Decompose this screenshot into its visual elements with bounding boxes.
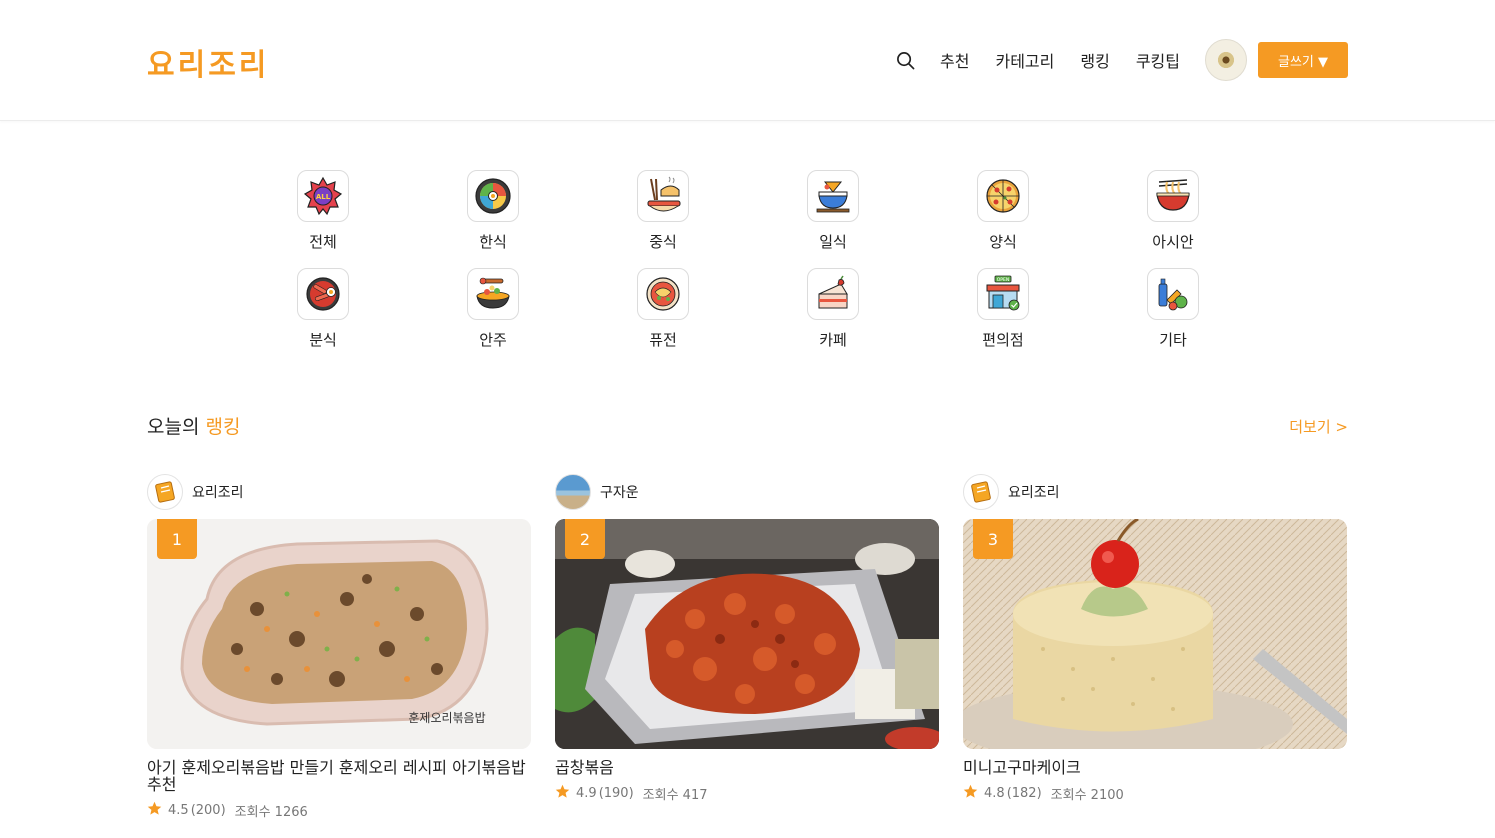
nav-category[interactable]: 카테고리 [995, 48, 1054, 72]
ranking-title-highlight: 랭킹 [205, 416, 241, 438]
category-bunsik[interactable]: 분식 [238, 268, 408, 350]
rating-count: (182) [1006, 786, 1042, 801]
category-label: 분식 [309, 331, 337, 349]
view-count: 조회수 1266 [234, 805, 308, 820]
author-name[interactable]: 요리조리 [192, 482, 244, 502]
site-header: 요리조리 추천 카테고리 랭킹 쿠킹팁 글쓰기 ▼ [0, 0, 1495, 121]
chopsticks-noodle-icon [637, 170, 689, 222]
category-etc[interactable]: 기타 [1088, 268, 1258, 350]
star-icon [555, 784, 570, 803]
rank-badge: 2 [565, 519, 605, 559]
tempura-bowl-icon [807, 170, 859, 222]
recipe-thumbnail[interactable]: 2 [555, 519, 939, 749]
rating-value: 4.8 [984, 786, 1005, 801]
ranking-section-title: 오늘의 랭킹 [147, 412, 240, 439]
category-label: 일식 [819, 233, 847, 251]
rating-value: 4.5 [168, 803, 189, 818]
recipe-title[interactable]: 미니고구마케이크 [963, 759, 1347, 776]
user-avatar[interactable] [1205, 39, 1247, 81]
rank-badge: 1 [157, 519, 197, 559]
category-all[interactable]: ALL 전체 [238, 170, 408, 252]
ranking-more-link[interactable]: 더보기 > [1289, 416, 1348, 437]
star-icon [147, 801, 162, 820]
author-name[interactable]: 구자운 [600, 482, 639, 502]
fusion-dish-icon [637, 268, 689, 320]
bibimbap-icon [467, 170, 519, 222]
svg-text:OPEN: OPEN [997, 277, 1009, 283]
star-icon [963, 784, 978, 803]
groceries-icon [1147, 268, 1199, 320]
fried-rice-photo: 훈제오리볶음밥 [147, 519, 531, 749]
category-label: 전체 [309, 233, 337, 251]
recipe-meta: 4.5 (200) 조회수 1266 [147, 801, 531, 820]
ranking-title-prefix: 오늘의 [147, 416, 200, 438]
view-count: 조회수 2100 [1050, 788, 1124, 803]
view-count: 조회수 417 [642, 788, 708, 803]
category-label: 편의점 [982, 331, 1024, 349]
category-label: 양식 [989, 233, 1017, 251]
gopchang-photo [555, 519, 939, 749]
card-author: 요리조리 [147, 474, 531, 510]
main-nav: 추천 카테고리 랭킹 쿠킹팁 글쓰기 ▼ [894, 39, 1348, 81]
category-western[interactable]: 양식 [918, 170, 1088, 252]
card-author: 구자운 [555, 474, 939, 510]
category-label: 아시안 [1152, 233, 1194, 251]
search-icon[interactable] [894, 49, 916, 71]
svg-text:ALL: ALL [316, 193, 331, 201]
recipe-thumbnail[interactable]: 3 [963, 519, 1347, 749]
category-anju[interactable]: 안주 [408, 268, 578, 350]
nav-ranking[interactable]: 랭킹 [1080, 48, 1109, 72]
category-japanese[interactable]: 일식 [748, 170, 918, 252]
category-convenience[interactable]: OPEN 편의점 [918, 268, 1088, 350]
pizza-icon [977, 170, 1029, 222]
category-label: 카페 [819, 331, 847, 349]
rating-count: (200) [190, 803, 226, 818]
sweet-potato-cake-photo [963, 519, 1347, 749]
rating-value: 4.9 [576, 786, 597, 801]
noodle-bowl-icon [1147, 170, 1199, 222]
rating-count: (190) [598, 786, 634, 801]
author-avatar[interactable] [963, 474, 999, 510]
category-fusion[interactable]: 퓨전 [578, 268, 748, 350]
recipe-thumbnail[interactable]: 훈제오리볶음밥 1 [147, 519, 531, 749]
snack-plate-icon [467, 268, 519, 320]
ranking-card[interactable]: 구자운 2 곱창볶음 4.9 (190) 조회수 417 [555, 474, 939, 803]
category-label: 중식 [649, 233, 677, 251]
author-name[interactable]: 요리조리 [1008, 482, 1060, 502]
author-avatar[interactable] [147, 474, 183, 510]
category-label: 퓨전 [649, 331, 677, 349]
recipe-title[interactable]: 곱창볶음 [555, 759, 939, 776]
all-badge-icon: ALL [297, 170, 349, 222]
card-author: 요리조리 [963, 474, 1347, 510]
recipe-meta: 4.8 (182) 조회수 2100 [963, 784, 1347, 803]
category-grid: ALL 전체 한식 중식 일식 양식 아시안 분식 안주 퓨전 카페 OPEN … [238, 170, 1258, 350]
category-label: 기타 [1159, 331, 1187, 349]
nav-recommend[interactable]: 추천 [940, 48, 969, 72]
cake-icon [807, 268, 859, 320]
rank-badge: 3 [973, 519, 1013, 559]
category-asian[interactable]: 아시안 [1088, 170, 1258, 252]
recipe-meta: 4.9 (190) 조회수 417 [555, 784, 939, 803]
category-cafe[interactable]: 카페 [748, 268, 918, 350]
ranking-card[interactable]: 요리조리 3 미니고구마케이크 4.8 (182) 조회수 2100 [963, 474, 1347, 803]
category-label: 한식 [479, 233, 507, 251]
convenience-store-icon: OPEN [977, 268, 1029, 320]
category-chinese[interactable]: 중식 [578, 170, 748, 252]
author-avatar[interactable] [555, 474, 591, 510]
nav-cooking-tip[interactable]: 쿠킹팁 [1136, 48, 1180, 72]
category-label: 안주 [479, 331, 507, 349]
write-button[interactable]: 글쓰기 ▼ [1258, 42, 1348, 78]
category-korean[interactable]: 한식 [408, 170, 578, 252]
tteokbokki-icon [297, 268, 349, 320]
ranking-card[interactable]: 요리조리 훈제오리볶음밥 1 아기 훈제오리볶음밥 만들기 훈제오리 레시피 아… [147, 474, 531, 820]
photo-caption: 훈제오리볶음밥 [408, 711, 485, 725]
recipe-title[interactable]: 아기 훈제오리볶음밥 만들기 훈제오리 레시피 아기볶음밥 추천 [147, 759, 531, 793]
site-logo[interactable]: 요리조리 [147, 40, 269, 84]
